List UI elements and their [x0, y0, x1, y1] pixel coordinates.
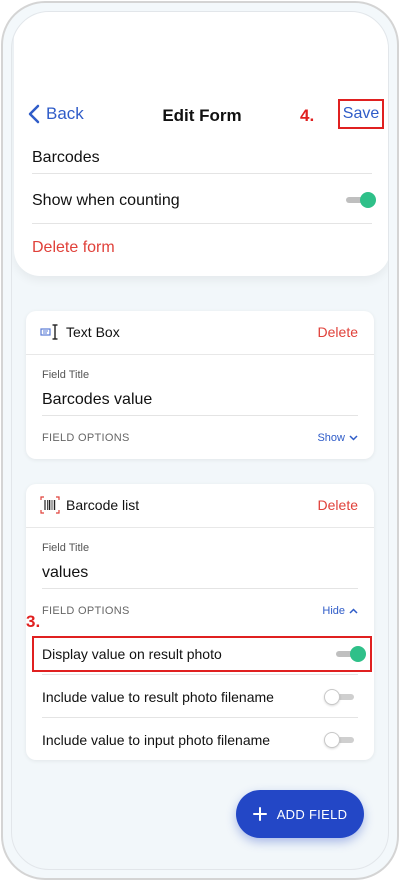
delete-field-button[interactable]: Delete — [318, 324, 358, 340]
toggle-knob — [360, 192, 376, 208]
divider — [42, 588, 358, 589]
add-field-label: ADD FIELD — [276, 806, 348, 822]
highlight-box — [32, 636, 372, 672]
navigation-bar: Back Edit Form 4. Save — [14, 96, 388, 136]
field-title-input[interactable]: values — [42, 564, 88, 582]
step-3-annotation: 3. — [26, 612, 41, 631]
input-filename-toggle[interactable] — [324, 732, 356, 748]
field-title-label: Field Title — [42, 369, 90, 381]
delete-form-button[interactable]: Delete form — [32, 239, 372, 257]
divider — [32, 173, 372, 174]
show-options-button[interactable]: Show — [317, 432, 358, 444]
form-name[interactable]: Barcodes — [32, 149, 372, 167]
toggle-knob — [324, 732, 340, 748]
field-type-label: Text Box — [66, 324, 120, 340]
divider — [42, 415, 358, 416]
field-type-label: Barcode list — [66, 497, 140, 513]
option-result-filename-label: Include value to result photo filename — [42, 689, 274, 705]
page-title: Edit Form — [162, 106, 242, 125]
result-filename-toggle[interactable] — [324, 689, 356, 705]
chevron-up-icon — [349, 608, 358, 614]
field-card-header: Text Box Delete — [26, 311, 374, 355]
chevron-down-icon — [349, 435, 358, 441]
hide-options-button[interactable]: Hide — [322, 605, 358, 617]
form-header-card: Back Edit Form 4. Save Barcodes Show whe… — [14, 12, 388, 276]
field-options-label: FIELD OPTIONS — [42, 605, 130, 617]
step-4-annotation: 4. — [300, 106, 315, 125]
show-options-label: Show — [317, 432, 345, 444]
field-card-header: Barcode list Delete — [26, 484, 374, 528]
field-title-input[interactable]: Barcodes value — [42, 391, 152, 409]
field-card-text-box: Text Box Delete Field Title Barcodes val… — [26, 311, 374, 459]
save-button[interactable]: Save — [338, 99, 384, 129]
hide-options-label: Hide — [322, 605, 345, 617]
divider — [42, 674, 358, 675]
field-options-label: FIELD OPTIONS — [42, 432, 130, 444]
field-card-barcode-list: Barcode list Delete Field Title values F… — [26, 484, 374, 760]
delete-field-button[interactable]: Delete — [318, 497, 358, 513]
divider — [32, 223, 372, 224]
app-screen: Back Edit Form 4. Save Barcodes Show whe… — [11, 11, 389, 870]
toggle-knob — [324, 689, 340, 705]
barcode-icon — [40, 496, 60, 519]
option-input-filename-label: Include value to input photo filename — [42, 732, 271, 748]
plus-icon — [252, 807, 267, 821]
field-title-label: Field Title — [42, 542, 90, 554]
show-when-counting-label: Show when counting — [32, 192, 180, 209]
text-box-icon — [40, 323, 60, 346]
add-field-button[interactable]: ADD FIELD — [236, 790, 364, 838]
divider — [42, 717, 358, 718]
phone-frame: Back Edit Form 4. Save Barcodes Show whe… — [1, 1, 399, 880]
show-when-counting-toggle[interactable] — [346, 192, 376, 208]
save-label: Save — [342, 105, 380, 122]
